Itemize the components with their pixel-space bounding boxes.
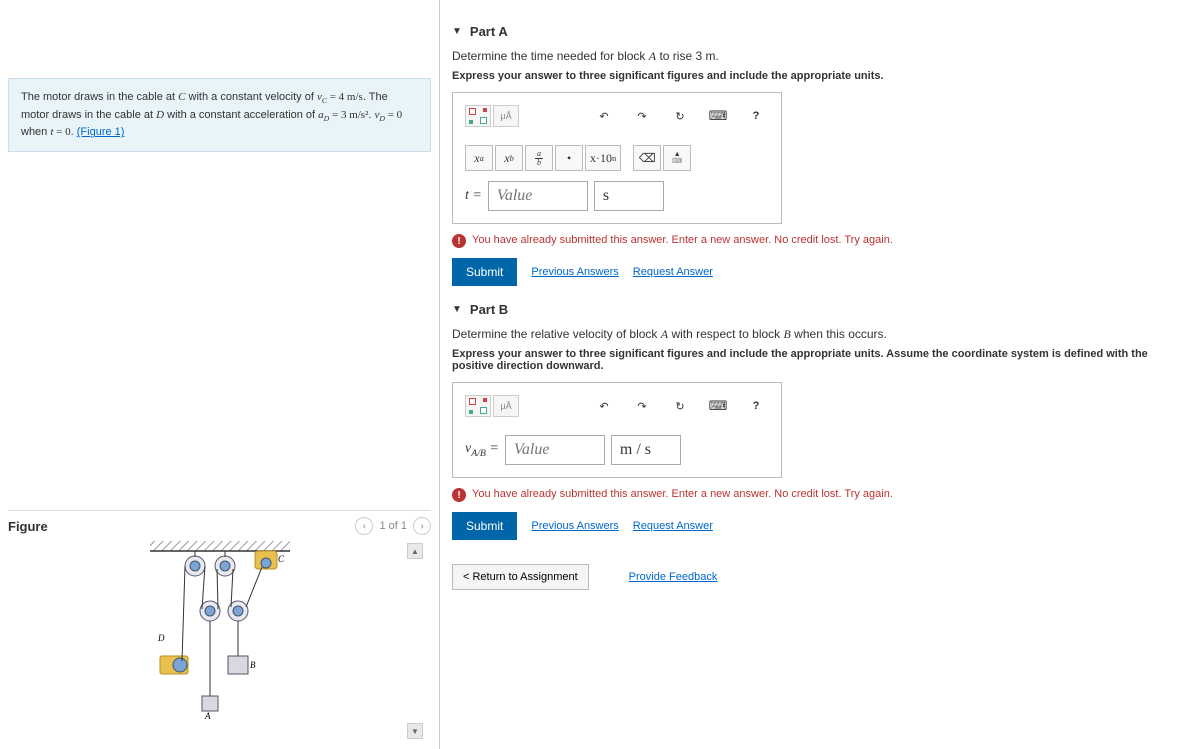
part-b-question: Determine the relative velocity of block… — [452, 327, 1188, 342]
provide-feedback-link[interactable]: Provide Feedback — [629, 571, 718, 583]
part-b-label: Part B — [470, 302, 508, 317]
text: The motor draws in the cable at — [21, 91, 178, 103]
undo-button[interactable]: ↶ — [591, 395, 617, 417]
part-a-input-row: t = — [465, 181, 769, 211]
keyboard-button[interactable]: ⌨ — [705, 105, 731, 127]
help-button[interactable]: ? — [743, 395, 769, 417]
var-a: A — [661, 327, 668, 341]
figure-prev-button[interactable]: ‹ — [355, 517, 373, 535]
part-a-unit-input[interactable] — [594, 181, 664, 211]
text: to rise 3 m. — [656, 49, 719, 63]
redo-button[interactable]: ↷ — [629, 105, 655, 127]
collapse-icon: ▼ — [452, 304, 462, 315]
part-b-actions: Submit Previous Answers Request Answer — [452, 512, 1188, 540]
feedback-text: You have already submitted this answer. … — [472, 234, 893, 246]
templates-icon[interactable] — [465, 395, 491, 417]
part-a-question: Determine the time needed for block A to… — [452, 49, 1188, 64]
part-a-label: Part A — [470, 24, 508, 39]
superscript-button[interactable]: xa — [465, 145, 493, 171]
text: with a constant velocity of — [185, 91, 316, 103]
text: Determine the time needed for block — [452, 49, 649, 63]
var-d: D — [156, 109, 164, 121]
units-button[interactable]: μÅ — [493, 105, 519, 127]
fraction-button[interactable]: ab — [525, 145, 553, 171]
backspace-button[interactable]: ⌫ — [633, 145, 661, 171]
bottom-row: < Return to Assignment Provide Feedback — [452, 564, 1188, 590]
figure-section: Figure ‹ 1 of 1 › ▲ — [8, 510, 431, 741]
part-b-input-row: vA/B = — [465, 435, 769, 465]
templates-icon[interactable] — [465, 105, 491, 127]
part-b-submit-button[interactable]: Submit — [452, 512, 517, 540]
figure-next-button[interactable]: › — [413, 517, 431, 535]
subscript-button[interactable]: xb — [495, 145, 523, 171]
figure-title: Figure — [8, 519, 48, 534]
text: with a constant acceleration of — [164, 109, 318, 121]
warning-icon: ! — [452, 234, 466, 248]
ad-value: aD = 3 m/s² — [318, 109, 368, 121]
part-b-feedback: ! You have already submitted this answer… — [452, 488, 1188, 502]
pulley-diagram: C D — [120, 541, 320, 721]
collapse-icon: ▼ — [452, 26, 462, 37]
part-b-request-answer-link[interactable]: Request Answer — [633, 520, 713, 532]
part-a-actions: Submit Previous Answers Request Answer — [452, 258, 1188, 286]
reset-button[interactable]: ↻ — [667, 105, 693, 127]
label-c: C — [278, 554, 285, 564]
label-b: B — [250, 660, 256, 670]
t-label: t = — [465, 188, 482, 204]
redo-button[interactable]: ↷ — [629, 395, 655, 417]
text: when this occurs. — [791, 327, 887, 341]
vd-value: vD = 0 — [375, 109, 403, 121]
vab-label: vA/B = — [465, 441, 499, 459]
undo-button[interactable]: ↶ — [591, 105, 617, 127]
part-a-answer-box: μÅ ↶ ↷ ↻ ⌨ ? xa xb ab • x·10n ⌫ ▲⌨ t = — [452, 92, 782, 224]
more-button[interactable]: ▲⌨ — [663, 145, 691, 171]
warning-icon: ! — [452, 488, 466, 502]
left-panel: The motor draws in the cable at C with a… — [0, 0, 440, 749]
right-panel: ▼ Part A Determine the time needed for b… — [440, 0, 1200, 749]
part-b-instruction: Express your answer to three significant… — [452, 348, 1188, 372]
t0-value: t = 0 — [50, 126, 70, 138]
feedback-text: You have already submitted this answer. … — [472, 488, 893, 500]
keyboard-button[interactable]: ⌨ — [705, 395, 731, 417]
part-a-feedback: ! You have already submitted this answer… — [452, 234, 1188, 248]
problem-statement: The motor draws in the cable at C with a… — [8, 78, 431, 152]
scroll-up-button[interactable]: ▲ — [407, 543, 423, 559]
part-b-value-input[interactable] — [505, 435, 605, 465]
dot-button[interactable]: • — [555, 145, 583, 171]
return-button[interactable]: < Return to Assignment — [452, 564, 589, 590]
figure-page-indicator: 1 of 1 — [379, 520, 407, 532]
formula-row: xa xb ab • x·10n ⌫ ▲⌨ — [465, 145, 769, 171]
scroll-down-button[interactable]: ▼ — [407, 723, 423, 739]
part-a-request-answer-link[interactable]: Request Answer — [633, 266, 713, 278]
help-button[interactable]: ? — [743, 105, 769, 127]
part-b-answer-box: μÅ ↶ ↷ ↻ ⌨ ? vA/B = — [452, 382, 782, 478]
part-b-previous-answers-link[interactable]: Previous Answers — [531, 520, 618, 532]
label-a: A — [204, 711, 211, 721]
reset-button[interactable]: ↻ — [667, 395, 693, 417]
sci-notation-button[interactable]: x·10n — [585, 145, 621, 171]
text: with respect to block — [668, 327, 783, 341]
label-d: D — [157, 633, 165, 643]
var-b: B — [784, 327, 791, 341]
vc-value: vC = 4 m/s — [317, 91, 363, 103]
figure-header: Figure ‹ 1 of 1 › — [8, 510, 431, 541]
part-a-toolbar: μÅ ↶ ↷ ↻ ⌨ ? — [465, 105, 769, 135]
part-a-header[interactable]: ▼ Part A — [452, 24, 1188, 39]
figure-link[interactable]: (Figure 1) — [77, 126, 125, 138]
text: Determine the relative velocity of block — [452, 327, 661, 341]
figure-nav: ‹ 1 of 1 › — [355, 517, 431, 535]
part-b-header[interactable]: ▼ Part B — [452, 302, 1188, 317]
part-b-unit-input[interactable] — [611, 435, 681, 465]
part-b-toolbar: μÅ ↶ ↷ ↻ ⌨ ? — [465, 395, 769, 425]
text: when — [21, 126, 50, 138]
part-a-value-input[interactable] — [488, 181, 588, 211]
part-a-previous-answers-link[interactable]: Previous Answers — [531, 266, 618, 278]
figure-content: ▲ C D — [8, 541, 431, 741]
part-a-instruction: Express your answer to three significant… — [452, 70, 1188, 82]
units-button[interactable]: μÅ — [493, 395, 519, 417]
part-a-submit-button[interactable]: Submit — [452, 258, 517, 286]
